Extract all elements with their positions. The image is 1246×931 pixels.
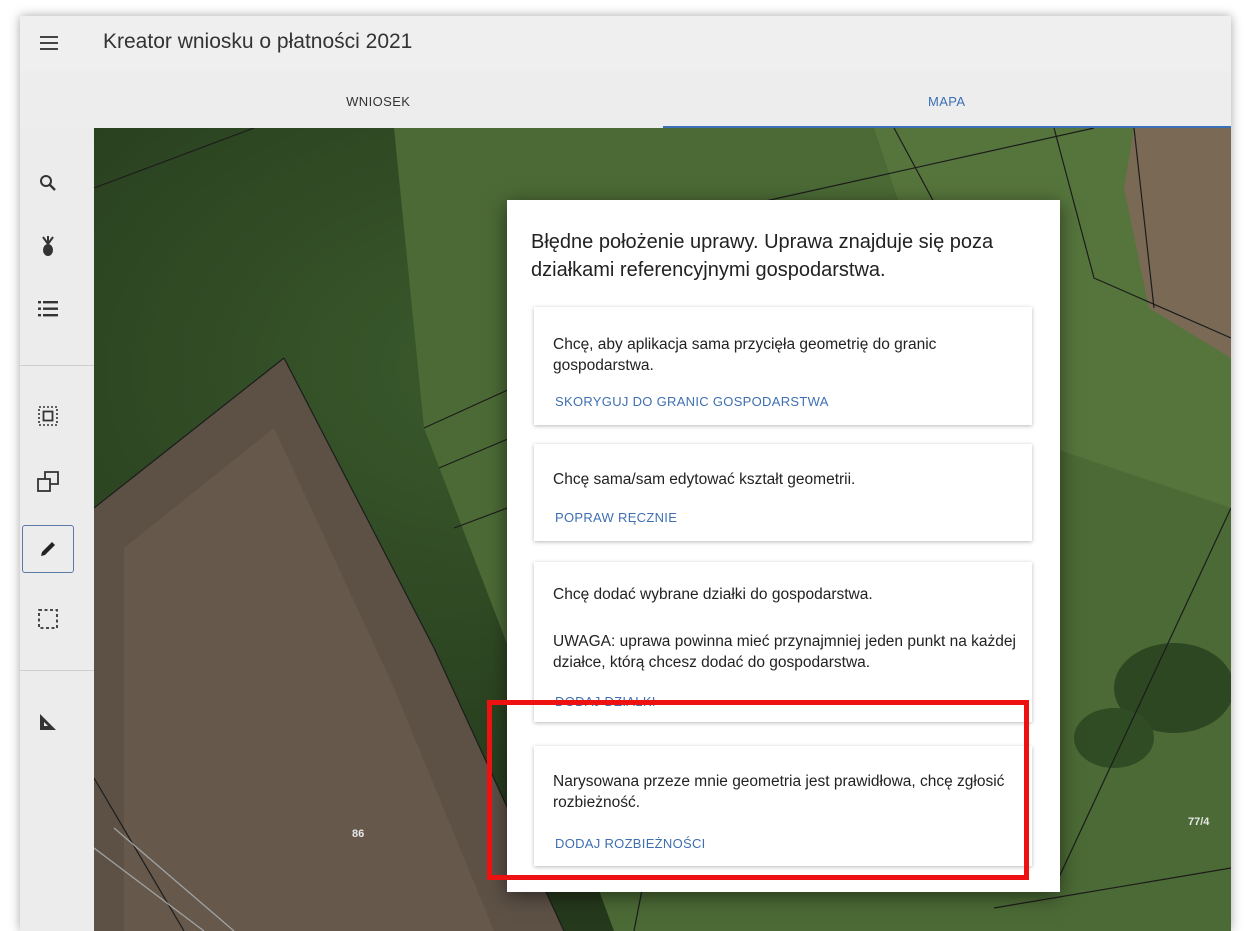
select-area-icon[interactable]	[21, 594, 75, 644]
tab-mapa[interactable]: MAPA	[662, 88, 1231, 128]
list-icon[interactable]	[21, 284, 75, 334]
copy-shape-icon[interactable]	[21, 457, 75, 507]
measure-icon[interactable]	[21, 697, 75, 747]
dialog-title: Błędne położenie uprawy. Uprawa znajduje…	[531, 231, 994, 281]
option-card-manual: Chcę sama/sam edytować kształt geometrii…	[534, 444, 1032, 541]
highlight-box	[487, 700, 1029, 880]
pencil-icon[interactable]	[22, 525, 74, 573]
parcel-label-77-4: 77/4	[1188, 816, 1210, 828]
option-card-trim: Chcę, aby aplikacja sama przycięła geome…	[534, 307, 1032, 425]
card-text: Chcę sama/sam edytować kształt geometrii…	[553, 471, 856, 488]
menu-icon[interactable]	[36, 29, 64, 57]
card-warning: UWAGA: uprawa powinna mieć przynajmniej …	[553, 633, 1016, 671]
app-title: Kreator wniosku o płatności 2021	[103, 30, 413, 53]
parcel-label-86: 86	[352, 828, 365, 840]
option-card-add-parcels: Chcę dodać wybrane działki do gospodarst…	[534, 562, 1032, 722]
select-inner-icon[interactable]	[21, 391, 75, 441]
app-bar: Kreator wniosku o płatności 2021	[20, 16, 1231, 71]
trim-to-farm-button[interactable]: SKORYGUJ DO GRANIC GOSPODARSTWA	[555, 394, 829, 409]
tab-wniosek[interactable]: WNIOSEK	[94, 88, 663, 128]
card-text: Chcę dodać wybrane działki do gospodarst…	[553, 586, 873, 603]
crop-icon[interactable]	[21, 221, 75, 271]
tab-bar: WNIOSEK MAPA	[94, 88, 1231, 128]
search-icon[interactable]	[21, 158, 75, 208]
map-toolbar	[20, 128, 94, 931]
card-text: Chcę, aby aplikacja sama przycięła geome…	[553, 336, 937, 374]
edit-manually-button[interactable]: POPRAW RĘCZNIE	[555, 510, 677, 525]
